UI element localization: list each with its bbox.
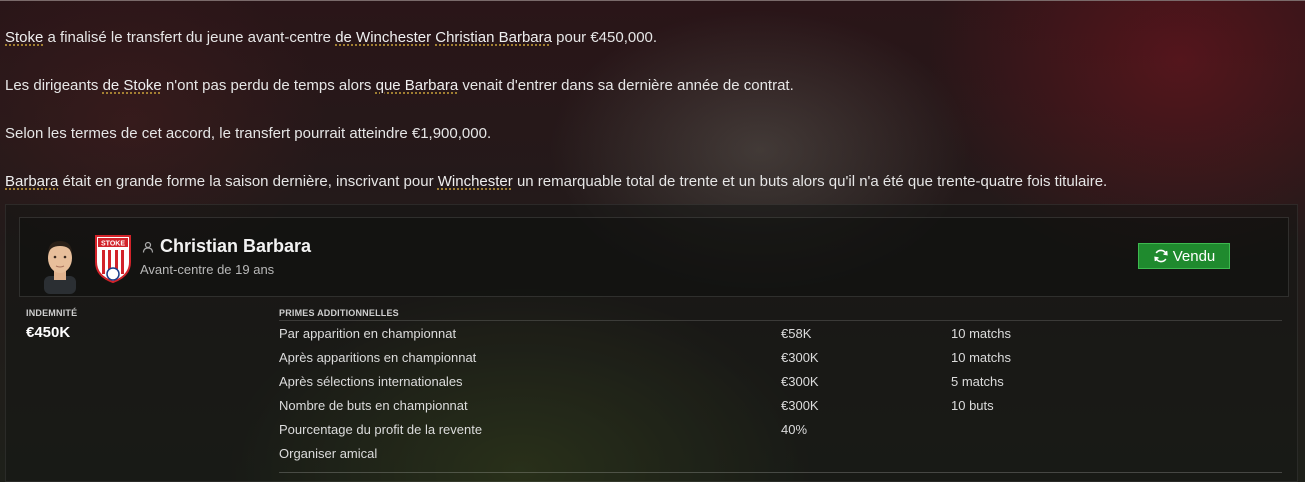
bonus-name: Nombre de buts en championnat bbox=[279, 398, 468, 413]
bonus-condition: 5 matchs bbox=[951, 374, 1004, 389]
bonus-row: Après sélections internationales €300K 5… bbox=[279, 370, 1282, 394]
bonus-row: Après apparitions en championnat €300K 1… bbox=[279, 346, 1282, 370]
player-name[interactable]: Christian Barbara bbox=[160, 236, 311, 257]
player-name-row: Christian Barbara bbox=[142, 236, 311, 257]
article-paragraph-3: Selon les termes de cet accord, le trans… bbox=[5, 125, 492, 142]
bonuses-divider bbox=[279, 320, 1282, 321]
bonus-amount: €300K bbox=[781, 398, 819, 413]
bonus-condition: 10 matchs bbox=[951, 350, 1011, 365]
article-paragraph-1: Stoke a finalisé le transfert du jeune a… bbox=[5, 28, 1295, 48]
transfer-card: STOKE Christian Barbara Avant-centre de … bbox=[5, 204, 1298, 482]
fee-value: €450K bbox=[26, 324, 71, 341]
club-link-stoke[interactable]: de Stoke bbox=[103, 77, 162, 94]
bonus-row: Par apparition en championnat €58K 10 ma… bbox=[279, 322, 1282, 346]
bonus-name: Après sélections internationales bbox=[279, 374, 463, 389]
bonus-amount: 40% bbox=[781, 422, 808, 437]
club-link-stoke[interactable]: Stoke bbox=[5, 29, 43, 46]
text: pour €450,000. bbox=[551, 29, 658, 46]
bonuses-label: PRIMES ADDITIONNELLES bbox=[279, 308, 399, 318]
crest-text: STOKE bbox=[101, 241, 125, 248]
bonus-amount: €300K bbox=[781, 350, 819, 365]
player-link-barbara[interactable]: que Barbara bbox=[376, 77, 459, 94]
refresh-icon bbox=[1154, 249, 1168, 263]
player-link-barbara[interactable]: Christian Barbara bbox=[435, 29, 552, 46]
fee-label: INDEMNITÉ bbox=[26, 308, 78, 318]
text: Les dirigeants bbox=[5, 77, 103, 94]
player-header: STOKE Christian Barbara Avant-centre de … bbox=[19, 217, 1289, 297]
article-paragraph-4: Barbara était en grande forme la saison … bbox=[5, 172, 1295, 192]
sold-status-button[interactable]: Vendu bbox=[1138, 243, 1230, 269]
text: a finalisé le transfert du jeune avant-c… bbox=[43, 29, 336, 46]
bonus-amount: €300K bbox=[781, 374, 819, 389]
text: venait d'entrer dans sa dernière année d… bbox=[458, 77, 794, 94]
text: n'ont pas perdu de temps alors bbox=[161, 77, 376, 94]
player-face-icon[interactable] bbox=[40, 236, 80, 294]
text: était en grande forme la saison dernière… bbox=[58, 173, 438, 190]
bonus-row: Pourcentage du profit de la revente 40% bbox=[279, 418, 1282, 442]
bonus-condition: 10 buts bbox=[951, 398, 994, 413]
bonus-amount: €58K bbox=[781, 326, 812, 341]
bonus-row: Organiser amical bbox=[279, 442, 1282, 466]
bonus-condition: 10 matchs bbox=[951, 326, 1011, 341]
stoke-crest-icon[interactable]: STOKE bbox=[90, 232, 136, 284]
player-link-barbara[interactable]: Barbara bbox=[5, 173, 58, 190]
article-paragraph-2: Les dirigeants de Stoke n'ont pas perdu … bbox=[5, 76, 1295, 96]
player-role: Avant-centre de 19 ans bbox=[140, 262, 275, 277]
top-divider bbox=[0, 0, 1305, 1]
bonus-name: Organiser amical bbox=[279, 446, 378, 461]
news-article: Stoke a finalisé le transfert du jeune a… bbox=[5, 28, 1295, 220]
text: un remarquable total de trente et un but… bbox=[512, 173, 1108, 190]
club-link-winchester[interactable]: Winchester bbox=[438, 173, 513, 190]
bonus-name: Pourcentage du profit de la revente bbox=[279, 422, 483, 437]
bonus-name: Après apparitions en championnat bbox=[279, 350, 477, 365]
sold-status-label: Vendu bbox=[1172, 247, 1216, 265]
bonus-name: Par apparition en championnat bbox=[279, 326, 457, 341]
bonus-row: Nombre de buts en championnat €300K 10 b… bbox=[279, 394, 1282, 418]
club-link-winchester[interactable]: de Winchester bbox=[335, 29, 431, 46]
person-icon bbox=[142, 241, 154, 253]
bonuses-bottom-divider bbox=[279, 472, 1282, 473]
